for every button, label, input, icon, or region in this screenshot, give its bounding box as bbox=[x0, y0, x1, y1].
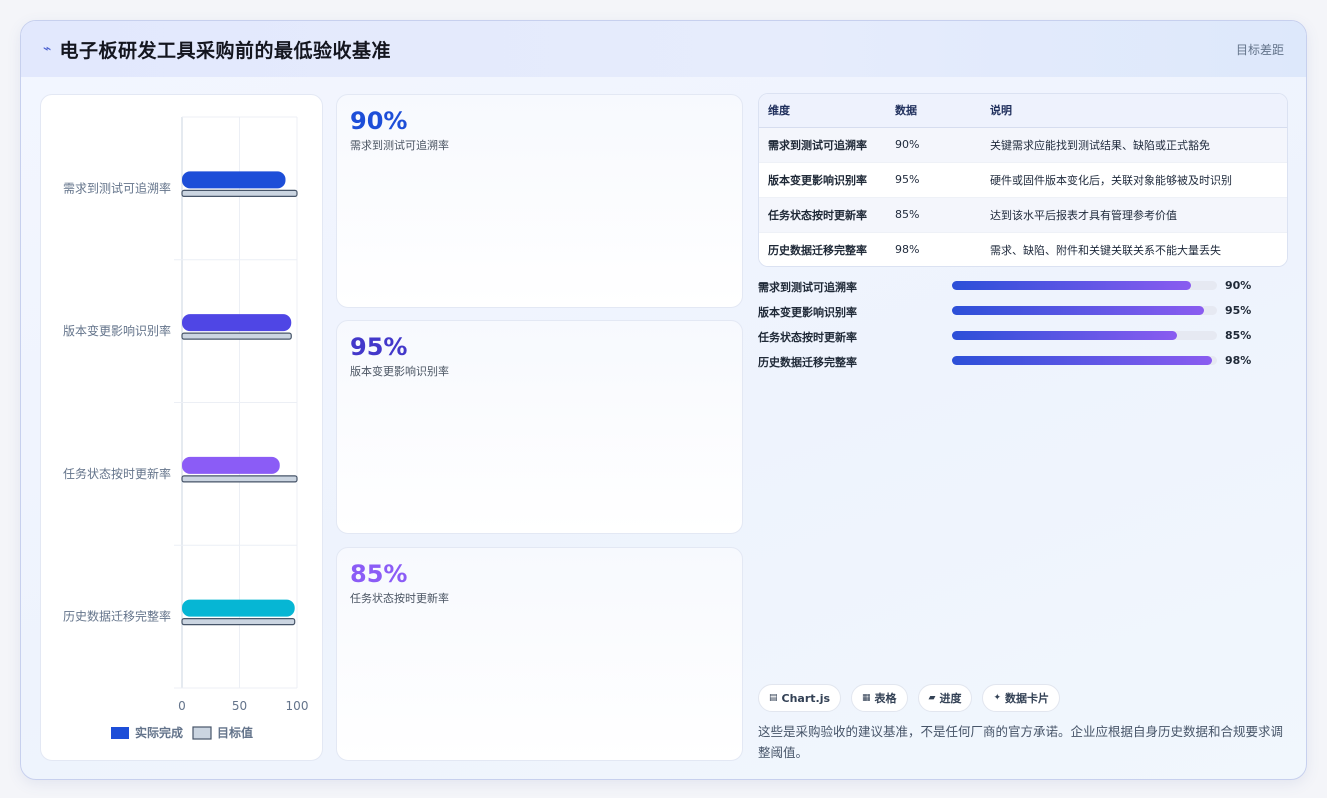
x-tick-label: 0 bbox=[178, 699, 186, 713]
chip-table[interactable]: ▦ 表格 bbox=[851, 684, 908, 712]
table-cell: 达到该水平后报表才具有管理参考价值 bbox=[981, 197, 1287, 233]
table-cell: 98% bbox=[886, 232, 981, 266]
stat-card-change-impact: 95% 版本变更影响识别率 bbox=[336, 320, 743, 534]
bar-chart: 需求到测试可追溯率版本变更影响识别率任务状态按时更新率历史数据迁移完整率 0 50 1… bbox=[63, 116, 309, 740]
table-header-row: 维度 数据 说明 bbox=[759, 94, 1287, 128]
progress-fill bbox=[952, 331, 1178, 340]
column-header: 数据 bbox=[886, 94, 981, 128]
stat-label: 需求到测试可追溯率 bbox=[350, 139, 449, 152]
table-cell: 任务状态按时更新率 bbox=[759, 197, 886, 233]
progress-row: 版本变更影响识别率 95% bbox=[758, 301, 1288, 326]
x-tick-label: 50 bbox=[232, 699, 247, 713]
chart-icon: ▤ bbox=[769, 693, 778, 703]
progress-label: 需求到测试可追溯率 bbox=[758, 281, 857, 294]
column-header: 维度 bbox=[759, 94, 886, 128]
criteria-table-card: 维度 数据 说明 需求到测试可追溯率 90% 关键需求应能找到测试结果、缺陷或正… bbox=[758, 93, 1288, 267]
feature-chips: ▤ Chart.js ▦ 表格 ▰ 进度 ✦ 数据卡片 bbox=[758, 684, 1061, 712]
progress-fill bbox=[952, 281, 1191, 290]
column-header: 说明 bbox=[981, 94, 1287, 128]
bar-target bbox=[181, 332, 292, 340]
chip-label: 表格 bbox=[874, 692, 897, 705]
bar-chart-card: 需求到测试可追溯率 版本变更影响识别率 任务状态按时更新率 历史数据迁移完整率 0 50 1… bbox=[40, 94, 323, 761]
progress-value: 90% bbox=[1225, 279, 1252, 292]
chip-label: Chart.js bbox=[781, 691, 831, 705]
legend-label-actual: 实际完成 bbox=[135, 725, 183, 740]
stat-label: 任务状态按时更新率 bbox=[350, 592, 449, 605]
progress-track bbox=[952, 281, 1217, 290]
target-gap-label[interactable]: 目标差距 bbox=[1236, 41, 1284, 58]
table-icon: ▦ bbox=[862, 693, 871, 703]
stat-card-traceability: 90% 需求到测试可追溯率 bbox=[336, 94, 743, 308]
chip-data-card[interactable]: ✦ 数据卡片 bbox=[982, 684, 1061, 712]
table-row: 版本变更影响识别率 95% 硬件或固件版本变化后，关联对象能够被及时识别 bbox=[759, 162, 1287, 198]
bar-target bbox=[181, 189, 298, 197]
table-cell: 需求、缺陷、附件和关键关联关系不能大量丢失 bbox=[981, 232, 1287, 266]
disclaimer-note: 这些是采购验收的建议基准，不是任何厂商的官方承诺。企业应根据自身历史数据和合规要… bbox=[758, 724, 1284, 760]
legend-swatch-target bbox=[192, 726, 212, 740]
legend-label-target: 目标值 bbox=[217, 725, 253, 740]
progress-label: 任务状态按时更新率 bbox=[758, 331, 857, 344]
chip-chartjs[interactable]: ▤ Chart.js bbox=[758, 684, 842, 712]
progress-track bbox=[952, 356, 1217, 365]
category-label: 版本变更影响识别率 bbox=[63, 323, 171, 338]
bar-actual bbox=[182, 171, 286, 189]
chip-progress[interactable]: ▰ 进度 bbox=[917, 684, 973, 712]
progress-track bbox=[952, 306, 1217, 315]
table-row: 需求到测试可追溯率 90% 关键需求应能找到测试结果、缺陷或正式豁免 bbox=[759, 127, 1287, 163]
progress-value: 95% bbox=[1225, 304, 1252, 317]
legend-swatch-actual bbox=[111, 727, 129, 739]
chip-label: 数据卡片 bbox=[1005, 692, 1050, 705]
progress-row: 任务状态按时更新率 85% bbox=[758, 326, 1288, 351]
sparkle-icon: ✦ bbox=[993, 693, 1002, 703]
bar-actual bbox=[182, 456, 280, 474]
category-label: 任务状态按时更新率 bbox=[63, 466, 171, 481]
progress-value: 85% bbox=[1225, 329, 1252, 342]
chip-label: 进度 bbox=[939, 692, 962, 705]
table-cell: 85% bbox=[886, 197, 981, 233]
table-row: 历史数据迁移完整率 98% 需求、缺陷、附件和关键关联关系不能大量丢失 bbox=[759, 232, 1287, 266]
table-cell: 硬件或固件版本变化后，关联对象能够被及时识别 bbox=[981, 162, 1287, 198]
progress-row: 需求到测试可追溯率 90% bbox=[758, 276, 1288, 301]
bar-target bbox=[181, 618, 296, 626]
page-title: 电子板研发工具采购前的最低验收基准 bbox=[59, 39, 391, 62]
table-cell: 历史数据迁移完整率 bbox=[759, 232, 886, 266]
bar-actual bbox=[182, 314, 292, 332]
bar-actual bbox=[182, 599, 295, 617]
header: ⌁ 电子板研发工具采购前的最低验收基准 目标差距 bbox=[21, 21, 1306, 77]
category-label: 历史数据迁移完整率 bbox=[63, 609, 171, 624]
bar-target bbox=[181, 475, 298, 483]
table-cell: 关键需求应能找到测试结果、缺陷或正式豁免 bbox=[981, 127, 1287, 163]
stat-card-status-update: 85% 任务状态按时更新率 bbox=[336, 547, 743, 761]
progress-row: 历史数据迁移完整率 98% bbox=[758, 351, 1288, 376]
criteria-table: 维度 数据 说明 需求到测试可追溯率 90% 关键需求应能找到测试结果、缺陷或正… bbox=[759, 94, 1287, 266]
progress-fill bbox=[952, 306, 1204, 315]
trend-arrow-icon: ⌁ bbox=[43, 41, 52, 57]
category-label: 需求到测试可追溯率 bbox=[63, 180, 171, 195]
progress-value: 98% bbox=[1225, 354, 1252, 367]
progress-label: 版本变更影响识别率 bbox=[758, 306, 857, 319]
progress-icon: ▰ bbox=[928, 693, 936, 703]
progress-list: 需求到测试可追溯率 90% 版本变更影响识别率 95% 任务状态按时更新率 85… bbox=[758, 276, 1288, 376]
main-panel: ⌁ 电子板研发工具采购前的最低验收基准 目标差距 需求到测试可追溯率 版本变更影响… bbox=[20, 20, 1307, 780]
table-cell: 需求到测试可追溯率 bbox=[759, 127, 886, 163]
table-cell: 95% bbox=[886, 162, 981, 198]
x-tick-label: 100 bbox=[286, 699, 309, 713]
table-cell: 90% bbox=[886, 127, 981, 163]
progress-label: 历史数据迁移完整率 bbox=[758, 356, 857, 369]
stat-value: 95% bbox=[350, 333, 408, 361]
progress-fill bbox=[952, 356, 1212, 365]
stat-value: 90% bbox=[350, 107, 408, 135]
table-cell: 版本变更影响识别率 bbox=[759, 162, 886, 198]
progress-track bbox=[952, 331, 1217, 340]
stat-value: 85% bbox=[350, 560, 408, 588]
stat-label: 版本变更影响识别率 bbox=[350, 365, 449, 378]
table-row: 任务状态按时更新率 85% 达到该水平后报表才具有管理参考价值 bbox=[759, 197, 1287, 233]
